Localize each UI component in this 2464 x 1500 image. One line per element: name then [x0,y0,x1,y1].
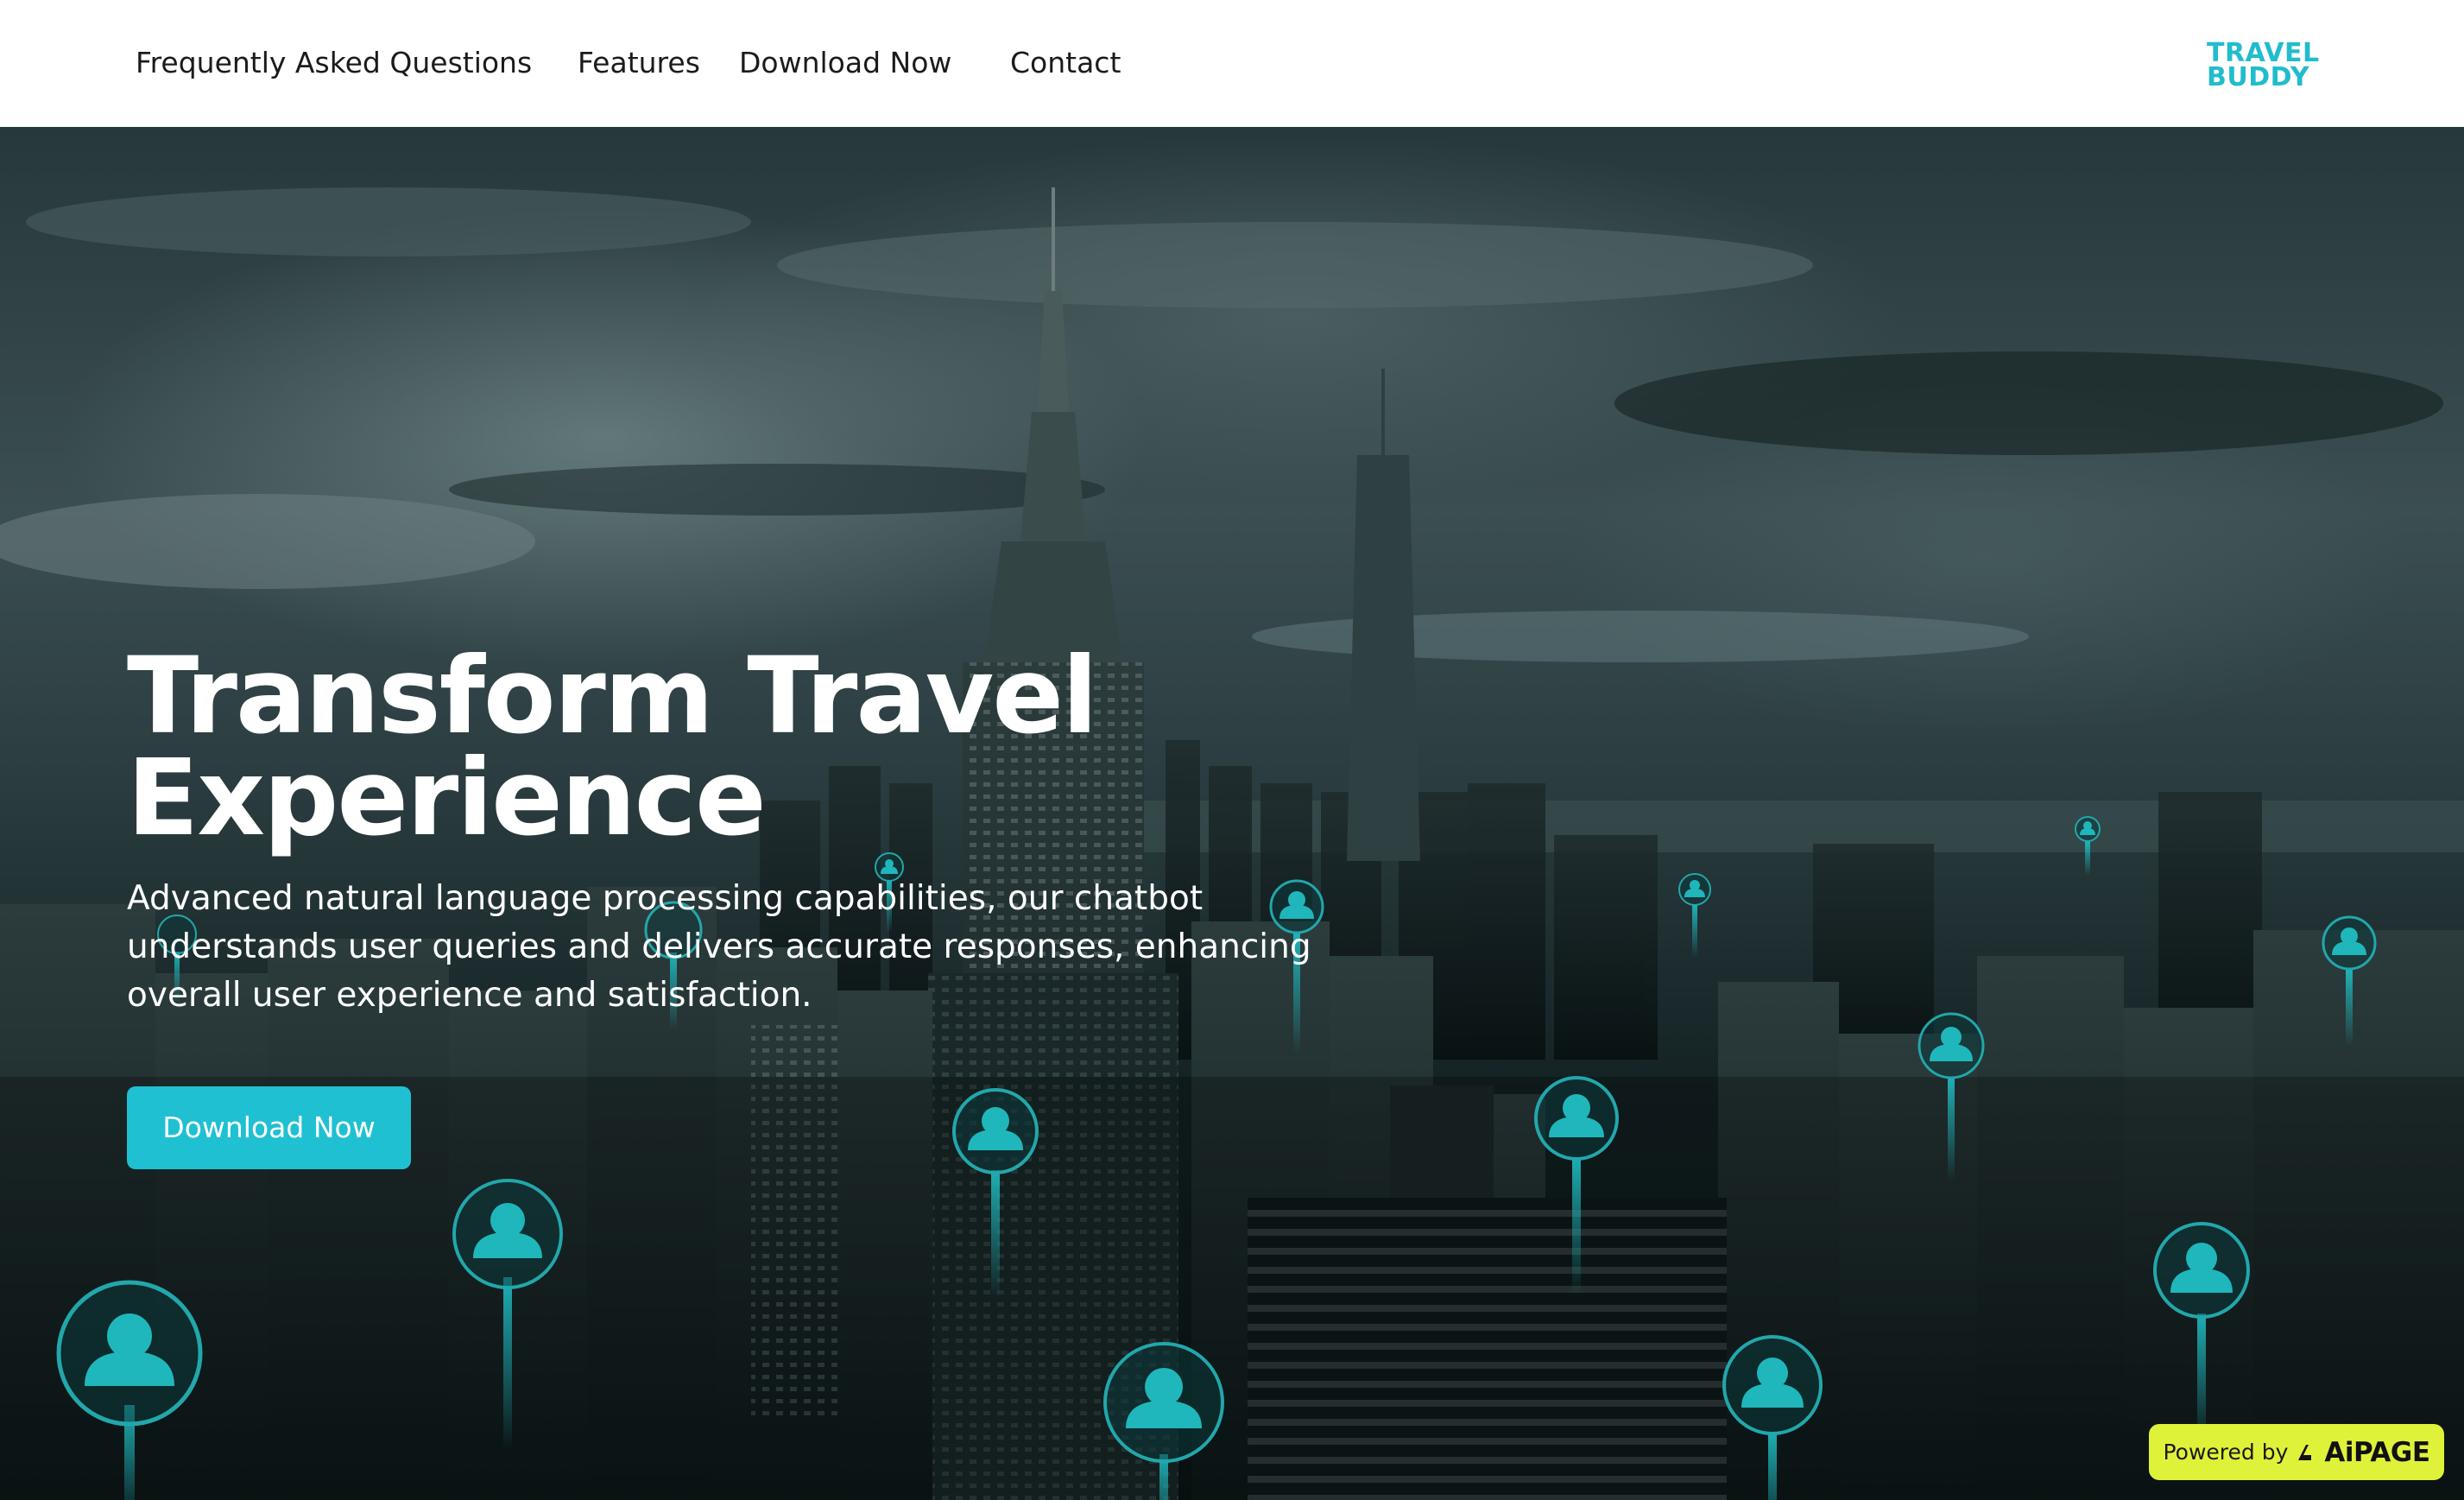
powered-by-badge[interactable]: Powered by AiPAGE [2149,1424,2444,1480]
nav-link-faq[interactable]: Frequently Asked Questions [136,43,532,83]
aipage-logo-icon [2298,1444,2312,1460]
hero-section: Transform Travel Experience Advanced nat… [0,127,2464,1500]
nav-link-contact[interactable]: Contact [1010,43,1121,83]
clouds [0,187,2443,662]
top-navigation: Frequently Asked Questions Features Down… [0,0,2464,127]
badge-label: Powered by [2163,1440,2289,1465]
nav-link-download[interactable]: Download Now [739,43,951,83]
hero-title: Transform Travel Experience [127,635,1098,859]
badge-brand: AiPAGE [2324,1436,2430,1468]
page: Frequently Asked Questions Features Down… [0,0,2464,1500]
hero-text-block: Transform Travel Experience Advanced nat… [127,635,1336,1020]
one-wtc-building [1347,369,1420,861]
user-pin-icon [1678,873,1711,957]
nav-link-features[interactable]: Features [578,43,700,83]
travel-buddy-logo[interactable]: TRAVEL BUDDY [2207,41,2320,92]
download-now-button[interactable]: Download Now [127,1086,411,1169]
logo-line-2: BUDDY [2207,62,2310,92]
hero-subtitle: Advanced natural language processing cap… [127,879,1311,1015]
